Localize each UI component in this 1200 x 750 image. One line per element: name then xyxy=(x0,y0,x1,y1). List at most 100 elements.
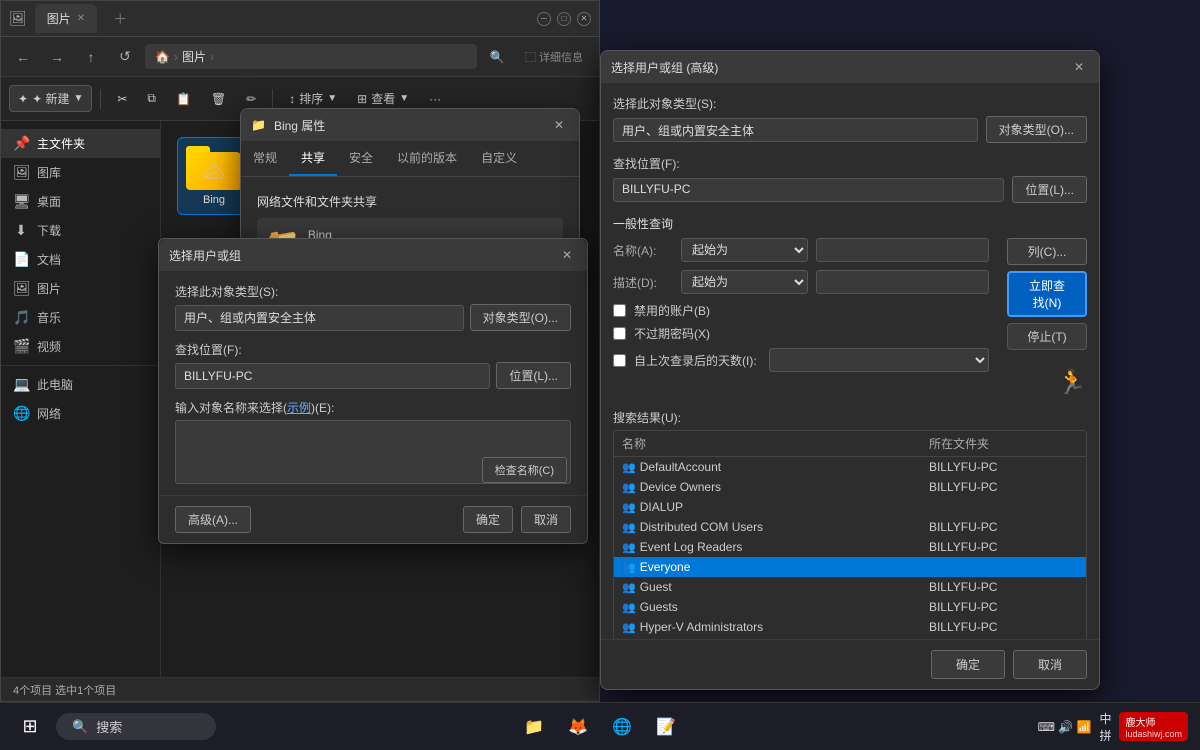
results-container[interactable]: 名称 所在文件夹 👥DefaultAccountBILLYFU-PC👥Devic… xyxy=(613,430,1087,639)
name-input-area: 检查名称(C) xyxy=(175,420,571,487)
paste-btn[interactable]: 📋 xyxy=(168,88,199,110)
details-btn[interactable]: ⬚ 详细信息 xyxy=(517,49,591,65)
address-bar[interactable]: 🏠 › 图片 › xyxy=(145,44,477,69)
more-btn[interactable]: ··· xyxy=(421,88,449,110)
search-icon: 🔍 xyxy=(72,719,88,735)
sidebar-item-downloads[interactable]: ⬇ 下载 xyxy=(1,216,160,245)
tab-general[interactable]: 常规 xyxy=(241,141,289,176)
taskbar-app2-btn[interactable]: 🌐 xyxy=(602,707,642,747)
tab-security[interactable]: 安全 xyxy=(337,141,385,176)
object-type-btn[interactable]: 对象类型(O)... xyxy=(470,304,571,331)
result-name-cell: 👥Everyone xyxy=(614,557,921,577)
up-btn[interactable]: ↑ xyxy=(77,43,105,71)
cut-btn[interactable]: ✂ xyxy=(109,88,135,110)
search-label: 搜索 xyxy=(96,717,122,736)
maximize-btn[interactable]: □ xyxy=(557,12,571,26)
advanced-btn[interactable]: 高级(A)... xyxy=(175,506,251,533)
table-row[interactable]: 👥Event Log ReadersBILLYFU-PC xyxy=(614,537,1086,557)
table-row[interactable]: 👥GuestBILLYFU-PC xyxy=(614,577,1086,597)
downloads-icon: ⬇ xyxy=(13,222,29,239)
results-header: 名称 所在文件夹 xyxy=(614,431,1086,457)
cancel-btn[interactable]: 取消 xyxy=(521,506,571,533)
sidebar-item-videos[interactable]: 🎬 视频 xyxy=(1,332,160,361)
table-row[interactable]: 👥GuestsBILLYFU-PC xyxy=(614,597,1086,617)
adv-desc-input[interactable] xyxy=(816,270,989,294)
taskbar-app3-btn[interactable]: 📝 xyxy=(646,707,686,747)
table-row[interactable]: 👥Everyone xyxy=(614,557,1086,577)
ok-btn[interactable]: 确定 xyxy=(463,506,513,533)
tab-previous[interactable]: 以前的版本 xyxy=(385,141,469,176)
pictures-icon: 🖼 xyxy=(13,280,29,297)
no-expire-label[interactable]: 不过期密码(X) xyxy=(634,325,710,342)
tab-close-icon[interactable]: ✕ xyxy=(77,13,85,24)
tab-share[interactable]: 共享 xyxy=(289,141,337,176)
taskbar-search[interactable]: 🔍 搜索 xyxy=(56,713,216,740)
sidebar-item-music[interactable]: 🎵 音乐 xyxy=(1,303,160,332)
no-expire-checkbox[interactable] xyxy=(613,327,626,340)
adv-object-type-section: 选择此对象类型(S): 用户、组或内置安全主体 对象类型(O)... xyxy=(613,95,1087,143)
ludashi-btn[interactable]: 鹿大师 ludashiwj.com xyxy=(1119,712,1188,741)
adv-query-left: 名称(A): 起始为 包含 描述(D): 起始为 包含 xyxy=(613,238,989,378)
rename-btn[interactable]: ✏ xyxy=(238,88,264,110)
check-name-btn[interactable]: 检查名称(C) xyxy=(482,457,567,483)
sidebar-item-thispc[interactable]: 💻 此电脑 xyxy=(1,370,160,399)
table-row[interactable]: 👥Hyper-V AdministratorsBILLYFU-PC xyxy=(614,617,1086,637)
bing-dialog-title: Bing 属性 xyxy=(274,117,541,134)
sidebar-item-docs[interactable]: 📄 文档 xyxy=(1,245,160,274)
adv-desc-select[interactable]: 起始为 包含 xyxy=(681,270,808,294)
adv-ok-btn[interactable]: 确定 xyxy=(931,650,1005,679)
disabled-account-label[interactable]: 禁用的账户(B) xyxy=(634,302,710,319)
new-tab-btn[interactable]: ＋ xyxy=(105,7,135,31)
days-select[interactable] xyxy=(769,348,989,372)
advanced-close-btn[interactable]: ✕ xyxy=(1069,57,1089,77)
select-user-close[interactable]: ✕ xyxy=(557,245,577,265)
explorer-tab[interactable]: 图片 ✕ xyxy=(35,4,97,33)
adv-object-type-label: 选择此对象类型(S): xyxy=(613,95,1087,112)
bing-dialog-close[interactable]: ✕ xyxy=(549,115,569,135)
table-row[interactable]: 👥DIALUP xyxy=(614,497,1086,517)
table-row[interactable]: 👥DefaultAccountBILLYFU-PC xyxy=(614,457,1086,478)
adv-name-select[interactable]: 起始为 包含 xyxy=(681,238,808,262)
adv-cancel-btn[interactable]: 取消 xyxy=(1013,650,1087,679)
result-folder-cell: BILLYFU-PC xyxy=(921,617,1086,637)
days-checkbox[interactable] xyxy=(613,354,626,367)
select-user-title-bar: 选择用户或组 ✕ xyxy=(159,239,587,271)
col-btn[interactable]: 列(C)... xyxy=(1007,238,1087,265)
forward-btn[interactable]: → xyxy=(43,43,71,71)
location-btn[interactable]: 位置(L)... xyxy=(496,362,571,389)
minimize-btn[interactable]: ─ xyxy=(537,12,551,26)
delete-btn[interactable]: 🗑 xyxy=(203,88,234,110)
result-folder-cell: BILLYFU-PC xyxy=(921,577,1086,597)
refresh-btn[interactable]: ↺ xyxy=(111,43,139,71)
back-btn[interactable]: ← xyxy=(9,43,37,71)
days-label[interactable]: 自上次查录后的天数(I): xyxy=(634,352,757,369)
start-btn[interactable]: ⊞ xyxy=(8,705,52,749)
search-btn[interactable]: 🔍 xyxy=(483,43,511,71)
adv-name-input[interactable] xyxy=(816,238,989,262)
ok-cancel-group: 确定 取消 xyxy=(463,506,571,533)
adv-object-type-btn[interactable]: 对象类型(O)... xyxy=(986,116,1087,143)
disabled-account-checkbox[interactable] xyxy=(613,304,626,317)
adv-location-btn[interactable]: 位置(L)... xyxy=(1012,176,1087,203)
sidebar-item-pictures[interactable]: 🖼 图片 xyxy=(1,274,160,303)
tab-label: 图片 xyxy=(47,10,71,27)
table-row[interactable]: 👥Distributed COM UsersBILLYFU-PC xyxy=(614,517,1086,537)
copy-btn[interactable]: ⧉ xyxy=(139,87,164,110)
sidebar-item-gallery[interactable]: 🖼 图库 xyxy=(1,158,160,187)
close-btn[interactable]: ✕ xyxy=(577,12,591,26)
new-button[interactable]: ✦ ✦ 新建 ▼ xyxy=(9,85,92,112)
find-now-btn[interactable]: 立即查找(N) xyxy=(1007,271,1087,317)
name-label: 输入对象名称来选择(示例)(E): xyxy=(175,399,571,416)
tab-custom[interactable]: 自定义 xyxy=(469,141,529,176)
time-block: 中 拼 xyxy=(1099,710,1111,744)
table-row[interactable]: 👥Device OwnersBILLYFU-PC xyxy=(614,477,1086,497)
sidebar-item-network[interactable]: 🌐 网络 xyxy=(1,399,160,428)
taskbar-explorer-btn[interactable]: 📁 xyxy=(514,707,554,747)
sidebar-item-desktop[interactable]: 🖥 桌面 xyxy=(1,187,160,216)
advanced-title-bar: 选择用户或组 (高级) ✕ xyxy=(601,51,1099,83)
network-icon: 🌐 xyxy=(13,405,29,422)
sidebar-item-home[interactable]: 📌 主文件夹 xyxy=(1,129,160,158)
taskbar-app1-btn[interactable]: 🦊 xyxy=(558,707,598,747)
stop-btn[interactable]: 停止(T) xyxy=(1007,323,1087,350)
bing-dialog-title-bar: 📁 Bing 属性 ✕ xyxy=(241,109,579,141)
